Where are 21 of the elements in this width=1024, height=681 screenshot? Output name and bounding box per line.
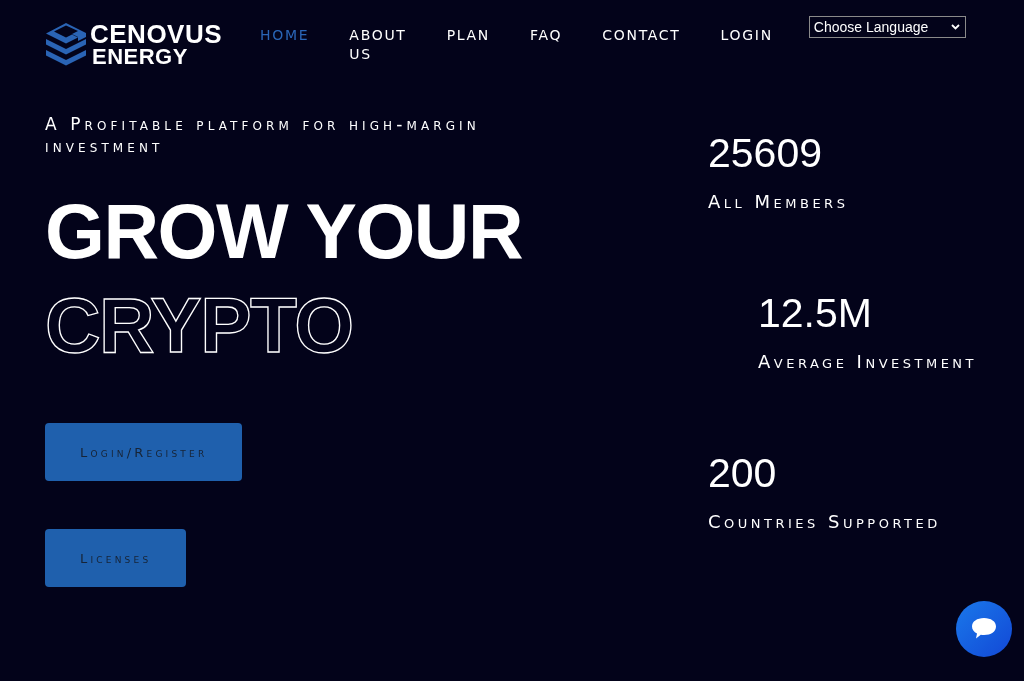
stat-value: 25609	[708, 129, 822, 177]
outlined-headline: CRYPTO	[45, 281, 354, 370]
chat-button[interactable]	[956, 601, 1012, 657]
hero-tagline: A Profitable platform for high-margin investment	[45, 113, 481, 157]
brand-wordmark: CENOVUS ENERGY	[90, 22, 223, 67]
stacked-layers-logo-icon	[45, 22, 87, 67]
nav-link[interactable]: CONTACT	[602, 26, 681, 64]
nav-link[interactable]: ABOUT US	[349, 26, 407, 64]
stat-label: Average Investment	[758, 351, 978, 373]
stat-label: Countries Supported	[708, 511, 941, 533]
chevron-down-icon	[950, 24, 960, 30]
stat-value: 200	[708, 449, 777, 497]
stat-label: All Members	[708, 191, 849, 213]
nav-link[interactable]: PLAN	[446, 26, 491, 64]
stat-value: 12.5M	[758, 289, 872, 337]
headline: GROW YOUR	[45, 187, 523, 276]
nav-link[interactable]: FAQ	[530, 26, 563, 64]
nav-link[interactable]: LOGIN	[720, 26, 773, 64]
nav-link[interactable]: HOME	[260, 26, 310, 64]
speech-bubble-icon	[971, 617, 997, 641]
language-select[interactable]: Choose Language	[808, 16, 966, 38]
